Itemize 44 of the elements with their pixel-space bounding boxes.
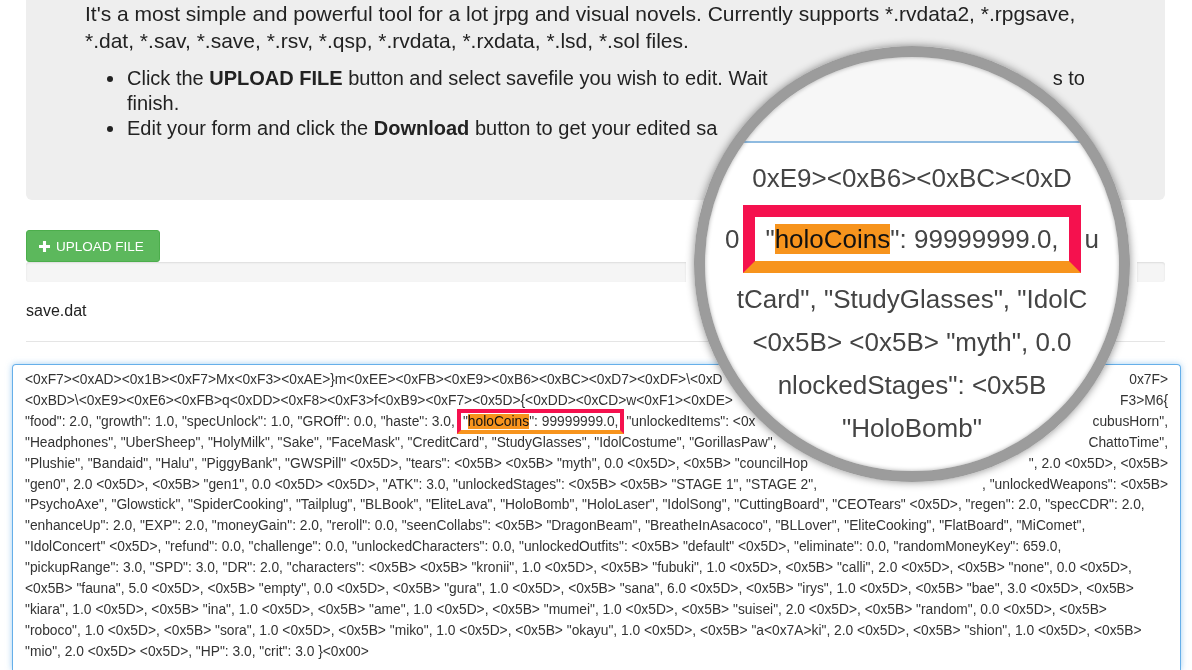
instruction-text: Edit your form and click the Download button to get your edited sa xyxy=(127,116,718,141)
code-text: , "unlockedWeapons": <0x5B> xyxy=(982,475,1168,494)
plus-icon xyxy=(39,240,50,252)
upload-button[interactable]: UPLOAD FILE xyxy=(26,230,160,262)
instruction-text: s to xyxy=(1052,66,1085,91)
code-text: "unlockedItems": <0x xyxy=(626,413,756,429)
magnified-text: 0 xyxy=(724,222,740,256)
code-text: "Headphones", "UberSheep", "HolyMilk", "Sake", "FaceMask", "CreditCard", "StudyGlasses", "IdolCostume", "GorillasPaw", xyxy=(25,434,777,450)
code-text: <0xF7><0xAD><0x1B><0xF7>Mx<0xF3><0xAE>}m<0xEE><0xFB><0xE9><0xB6><0xBC><0xD7><0xDF>\<0xD xyxy=(25,372,723,387)
magnified-text: 0xE9><0xB6><0xBC><0xD xyxy=(752,163,1072,193)
magnified-text: u xyxy=(1084,222,1100,256)
bullet-icon xyxy=(107,76,113,82)
code-text: 0x7F> xyxy=(1129,371,1168,389)
code-text: " xyxy=(765,224,775,254)
code-text: "gen0", 2.0 <0x5D>, <0x5B> "gen1", 0.0 <0x5D> <0x5D>, "ATK": 3.0, "unlockedStages": <0x5B> <0x5B> "STAGE 1", "STAGE 2", xyxy=(25,476,817,492)
magnified-text: tCard", "StudyGlasses", "IdolC xyxy=(736,284,1088,314)
code-text: ", 2.0 <0x5D>, <0x5B> xyxy=(1028,454,1168,473)
code-text: "mio", 2.0 <0x5D> <0x5D>, "HP": 3.0, "crit": 3.0 }<0x00> xyxy=(25,643,369,659)
instruction-text: Click the UPLOAD FILE button and select savefile you wish to edit. Wait xyxy=(127,66,768,91)
intro-paragraph: It's a most simple and powerful tool for a lot jrpg and visual novels. Currently supports *.rvdata2, *.rpgsave, *.dat, *.sav, *.save, *.rsv, *.qsp, *.rvdata, *.rxdata, *.lsd, *.sol files. xyxy=(85,1,1077,54)
code-text: "IdolConcert" <0x5D>, "refund": 0.0, "challenge": 0.0, "unlockedCharacters": 0.0, "unlockedOutfits": <0x5B> "default" <0x5D>, "eliminate": 0.0, "randomMoneyKey": 659.0, xyxy=(25,539,1062,555)
code-text: <0x5B> "fauna", 5.0 <0x5D>, <0x5B> "empty", 0.0 <0x5D>, <0x5B> "gura", 1.0 <0x5D>, <0x5B> "sana", 6.0 <0x5D>, <0x5B> "irys", 1.0 <0x5D>, <0x5B> "bae", 3.0 <0x5D>, <0x5B> xyxy=(25,581,1134,597)
code-text: <0xBD>\<0xE9><0xE6><0xFB>q<0xDD><0xF8><0xF3>f<0xB9><0xF7><0x5D>{<0xDD><0xCD>w<0xF1><0xDE> xyxy=(25,392,733,408)
code-text: cubusHorn", xyxy=(1092,412,1168,431)
magnified-text: "HoloBomb" xyxy=(842,413,982,443)
file-name: save.dat xyxy=(26,301,87,321)
code-text: " xyxy=(462,413,468,429)
code-text: ChattoTime", xyxy=(1088,433,1168,452)
instruction-text: finish. xyxy=(127,91,181,116)
code-text: "roboco", 1.0 <0x5D>, <0x5B> "sora", 1.0 <0x5D>, <0x5B> "miko", 1.0 <0x5D>, <0x5B> "okayu", 1.0 <0x5D>, <0x5B> "a<0x7A>ki", 2.0 <0x5D>, <0x5B> "shion", 1.0 <0x5D>, <0x5B> xyxy=(25,622,1142,638)
magnified-text: nlockedStages": <0x5B xyxy=(777,370,1047,400)
bullet-icon xyxy=(107,126,113,132)
code-text: "food": 2.0, "growth": 1.0, "specUnlock": 1.0, "GROff": 0.0, "haste": 3.0, xyxy=(25,413,455,429)
magnified-text: <0x5B> <0x5B> "myth", 0.0 xyxy=(752,327,1072,357)
selected-text: holoCoins xyxy=(774,224,891,254)
code-text: F3>M6{ xyxy=(1120,391,1168,410)
code-text: "pickupRange": 3.0, "SPD": 3.0, "DR": 2.0, "characters": <0x5B> <0x5B> "kronii", 1.0 <0x5D>, <0x5B> "fubuki", 1.0 <0x5D>, <0x5B> "calli", 2.0 <0x5D>, <0x5B> "none", 0.0 <0x5D>, xyxy=(25,560,1132,576)
code-text: ": 99999999.0, xyxy=(890,224,1059,254)
progress-track xyxy=(1137,262,1165,282)
code-text: "PsychoAxe", "Glowstick", "SpiderCooking", "Tailplug", "BLBook", "EliteLava", "HoloBomb", "HoloLaser", "IdolSong", "CuttingBoard", "CEOTears" <0x5D>, "regen": 2.0, "specCDR": 2.0, xyxy=(25,497,1145,513)
code-text: ": 99999999.0, xyxy=(529,413,619,429)
code-text: "enhanceUp": 2.0, "EXP": 2.0, "moneyGain": 2.0, "reroll": 0.0, "seenCollabs": <0x5B> "DragonBeam", "BreatheInAsacoco", "BLLover", "EliteCooking", "FlatBoard", "MiComet", xyxy=(25,518,1086,534)
code-text: "Plushie", "Bandaid", "Halu", "PiggyBank", "GWSPill" <0x5D>, "tears": <0x5B> <0x5B> "myth", 0.0 <0x5D>, <0x5B> "councilHop xyxy=(25,455,808,471)
code-text: "kiara", 1.0 <0x5D>, <0x5B> "ina", 1.0 <0x5D>, <0x5B> "ame", 1.0 <0x5D>, <0x5B> "mumei", 1.0 <0x5D>, <0x5B> "suisei", 2.0 <0x5D>, <0x5B> "random", 0.0 <0x5D>, <0x5B> xyxy=(25,601,1107,617)
